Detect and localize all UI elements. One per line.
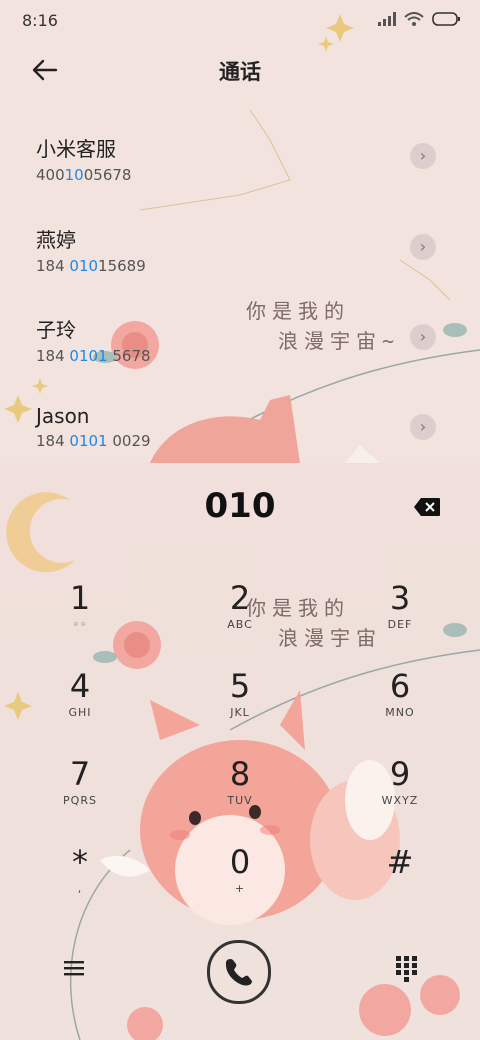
contact-item[interactable]: 燕婷 184 01015689 › <box>36 224 456 294</box>
key-1[interactable]: 1 ◦◦ <box>20 580 140 660</box>
contact-name: 燕婷 <box>36 228 76 252</box>
dialed-number[interactable]: 010 <box>0 486 480 526</box>
page-title: 通话 <box>219 60 261 84</box>
contact-number: 184 01015689 <box>36 257 146 275</box>
chevron-right-icon[interactable]: › <box>410 324 436 350</box>
contact-name: 子玲 <box>36 318 76 342</box>
key-9[interactable]: 9 WXYZ <box>340 756 460 836</box>
status-bar: 8:16 <box>0 0 480 40</box>
status-time: 8:16 <box>22 11 58 30</box>
contact-number: 184 0101 5678 <box>36 347 151 365</box>
backspace-icon[interactable] <box>413 497 441 517</box>
wifi-icon <box>404 12 424 26</box>
dialpad-icon[interactable] <box>394 954 420 982</box>
contact-number: 4001005678 <box>36 166 132 184</box>
key-3[interactable]: 3 DEF <box>340 580 460 660</box>
contact-number: 184 0101 0029 <box>36 432 151 450</box>
chevron-right-icon[interactable]: › <box>410 234 436 260</box>
key-7[interactable]: 7 PQRS <box>20 756 140 836</box>
contact-item[interactable]: 小米客服 4001005678 › <box>36 133 456 203</box>
chevron-right-icon[interactable]: › <box>410 414 436 440</box>
key-star[interactable]: *, <box>20 844 140 924</box>
call-button[interactable] <box>207 940 271 1004</box>
key-5[interactable]: 5 JKL <box>180 668 300 748</box>
signal-icon <box>378 12 396 26</box>
status-icons <box>378 12 460 26</box>
menu-icon[interactable] <box>62 956 86 980</box>
contact-name: 小米客服 <box>36 137 116 161</box>
key-8[interactable]: 8 TUV <box>180 756 300 836</box>
bottom-bar <box>0 940 480 1004</box>
battery-icon <box>432 12 460 26</box>
chevron-right-icon[interactable]: › <box>410 143 436 169</box>
voicemail-icon: ◦◦ <box>72 618 88 631</box>
contact-item[interactable]: 子玲 184 0101 5678 › <box>36 314 456 384</box>
contact-name: Jason <box>36 404 90 428</box>
key-4[interactable]: 4 GHI <box>20 668 140 748</box>
header: 通话 <box>0 48 480 92</box>
key-0[interactable]: 0 + <box>180 844 300 924</box>
contact-item[interactable]: Jason 184 0101 0029 › <box>36 404 456 474</box>
key-2[interactable]: 2 ABC <box>180 580 300 660</box>
key-hash[interactable]: # <box>340 844 460 924</box>
phone-icon <box>225 959 252 986</box>
key-6[interactable]: 6 MNO <box>340 668 460 748</box>
